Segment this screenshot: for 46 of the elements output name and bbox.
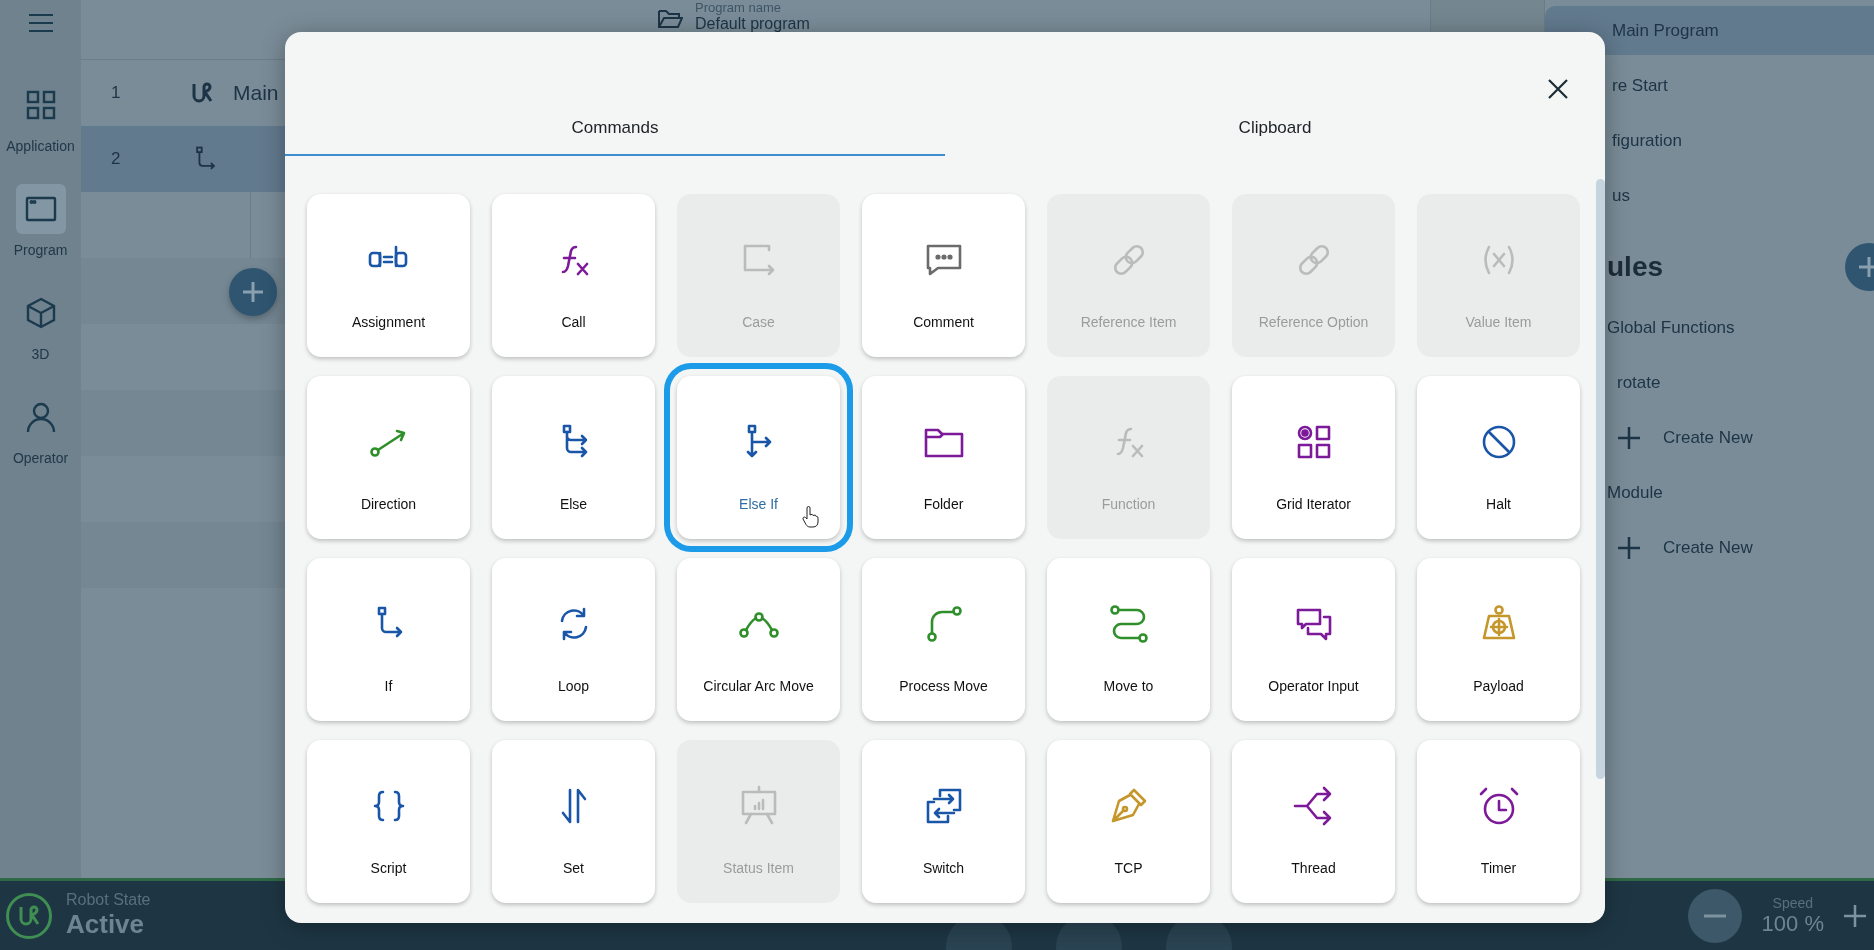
command-tile[interactable]: TCP (1047, 740, 1210, 903)
command-tile[interactable]: Move to (1047, 558, 1210, 721)
speed-value: 100 % (1761, 910, 1824, 937)
robot-state-value: Active (66, 909, 146, 940)
node-label: Main (233, 81, 279, 105)
command-tile[interactable]: Else (492, 376, 655, 539)
folder-icon (657, 8, 683, 30)
command-tile[interactable]: Timer (1417, 740, 1580, 903)
close-icon (1547, 78, 1569, 100)
plus-icon (1857, 255, 1874, 279)
increase-speed-button[interactable] (1844, 904, 1866, 927)
command-tile[interactable]: Direction (307, 376, 470, 539)
logo-icon (191, 82, 213, 104)
section-title: ules (1606, 251, 1664, 283)
program-name: Default program (695, 15, 810, 33)
command-tile[interactable]: Script (307, 740, 470, 903)
scrollbar-thumb[interactable] (1596, 179, 1605, 779)
plus-icon (1844, 904, 1866, 927)
field-label: Program name (695, 0, 782, 15)
command-tile[interactable]: Payload (1417, 558, 1580, 721)
command-tile[interactable]: Halt (1417, 376, 1580, 539)
command-tile[interactable]: Comment (862, 194, 1025, 357)
command-tile[interactable]: If (307, 558, 470, 721)
command-tile[interactable]: Call (492, 194, 655, 357)
command-tile[interactable]: Switch (862, 740, 1025, 903)
command-tile[interactable]: Grid Iterator (1232, 376, 1395, 539)
command-tile[interactable]: Loop (492, 558, 655, 721)
menu-icon (27, 13, 54, 33)
command-tile[interactable]: Assignment (307, 194, 470, 357)
plus-icon (241, 280, 265, 304)
menu-button[interactable] (27, 13, 54, 33)
robot-logo-icon (6, 892, 52, 939)
line-number: 1 (111, 83, 122, 103)
command-tile[interactable]: Process Move (862, 558, 1025, 721)
plus-icon (1617, 535, 1641, 560)
command-tile[interactable]: Operator Input (1232, 558, 1395, 721)
command-tile[interactable]: Circular Arc Move (677, 558, 840, 721)
minus-icon (1703, 913, 1726, 918)
tab[interactable]: Commands (285, 102, 945, 156)
command-tile[interactable]: Thread (1232, 740, 1395, 903)
speed-label: Speed (1772, 894, 1814, 911)
line-number: 2 (111, 149, 122, 169)
robot-state-label: Robot State (66, 891, 151, 909)
command-tile[interactable]: Set (492, 740, 655, 903)
plus-icon (1617, 425, 1641, 450)
command-tile[interactable]: Folder (862, 376, 1025, 539)
